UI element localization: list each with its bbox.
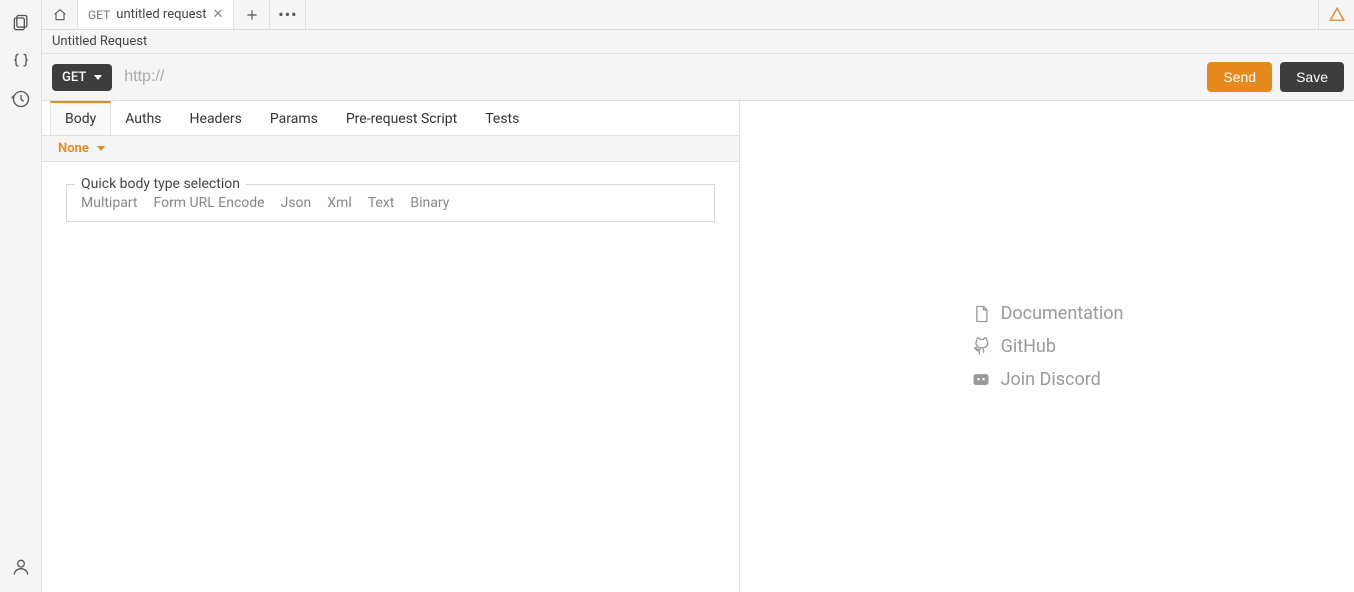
request-pane: Body Auths Headers Params Pre-request Sc… [42,101,740,592]
tab-method-label: GET [88,8,110,22]
request-title: Untitled Request [42,30,1354,54]
quick-body-fieldset: Quick body type selection Multipart Form… [66,184,715,222]
tab-prerequest[interactable]: Pre-request Script [332,101,471,135]
link-documentation[interactable]: Documentation [971,303,1124,324]
chevron-down-icon [94,75,102,80]
link-documentation-label: Documentation [1001,303,1124,324]
body-type-label: None [58,141,89,156]
github-icon [971,337,991,357]
tab-params[interactable]: Params [256,101,332,135]
save-button[interactable]: Save [1280,62,1344,92]
home-button[interactable] [42,0,78,29]
body-option-json[interactable]: Json [281,195,312,211]
new-tab-button[interactable] [234,0,270,29]
request-subtabs: Body Auths Headers Params Pre-request Sc… [42,101,739,136]
url-input[interactable] [120,64,1199,90]
tab-headers[interactable]: Headers [176,101,256,135]
body-option-multipart[interactable]: Multipart [81,195,137,211]
method-select[interactable]: GET [52,64,112,91]
body-type-select[interactable]: None [42,136,739,162]
request-tab[interactable]: GET untitled request ✕ [78,0,234,29]
method-select-label: GET [62,70,86,85]
link-discord-label: Join Discord [1001,369,1101,390]
tab-tests[interactable]: Tests [471,101,533,135]
history-icon[interactable] [4,82,38,116]
chevron-down-icon [97,146,105,151]
body-option-xml[interactable]: Xml [327,195,351,211]
quick-body-options: Multipart Form URL Encode Json Xml Text … [81,195,700,211]
document-icon [971,304,991,324]
body-option-form-url[interactable]: Form URL Encode [153,195,264,211]
left-rail [0,0,42,592]
link-discord[interactable]: Join Discord [971,369,1124,390]
body-option-binary[interactable]: Binary [410,195,449,211]
split-pane: Body Auths Headers Params Pre-request Sc… [42,101,1354,592]
url-row: GET Send Save [42,54,1354,101]
tab-title-label: untitled request [116,7,206,22]
discord-icon [971,370,991,390]
response-pane: Documentation GitHub Join Discord [740,101,1354,592]
curly-braces-icon[interactable] [4,44,38,78]
top-tabs-bar: GET untitled request ✕ ••• [42,0,1354,30]
collections-icon[interactable] [4,6,38,40]
link-github-label: GitHub [1001,336,1056,357]
body-content: Quick body type selection Multipart Form… [42,162,739,244]
warning-icon[interactable] [1318,0,1354,29]
body-option-text[interactable]: Text [368,195,395,211]
tab-body[interactable]: Body [50,101,111,135]
main-area: GET untitled request ✕ ••• Untitled Requ… [42,0,1354,592]
user-icon[interactable] [4,550,38,584]
send-button[interactable]: Send [1207,62,1272,92]
link-github[interactable]: GitHub [971,336,1124,357]
tab-auths[interactable]: Auths [111,101,175,135]
tab-close-icon[interactable]: ✕ [213,8,224,21]
quick-body-legend: Quick body type selection [75,176,246,192]
tab-menu-button[interactable]: ••• [270,0,306,29]
empty-state-links: Documentation GitHub Join Discord [971,303,1124,390]
